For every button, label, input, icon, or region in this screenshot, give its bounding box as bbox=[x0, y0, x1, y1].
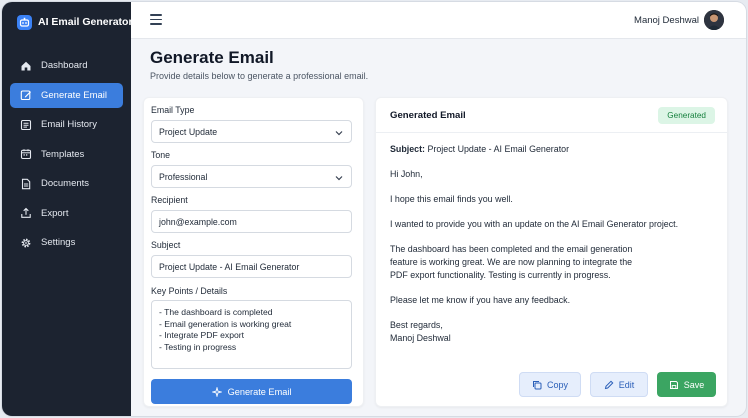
email-signoff: Best regards, bbox=[390, 320, 443, 330]
email-type-value: Project Update bbox=[159, 126, 218, 137]
edit-button[interactable]: Edit bbox=[590, 372, 648, 397]
save-icon bbox=[669, 380, 679, 390]
sidebar-item-generate-email[interactable]: Generate Email bbox=[10, 82, 123, 108]
email-paragraph: Please let me know if you have any feedb… bbox=[390, 295, 571, 305]
generated-email-header: Generated Email Generated bbox=[376, 98, 727, 133]
email-type-select[interactable]: Project Update bbox=[151, 120, 352, 143]
edit-label: Edit bbox=[618, 379, 635, 390]
top-bar: Manoj Deshwal bbox=[131, 2, 746, 39]
chevron-down-icon bbox=[335, 128, 343, 138]
home-icon bbox=[19, 59, 32, 72]
generate-button-label: Generate Email bbox=[227, 386, 292, 397]
brand[interactable]: AI Email Generator bbox=[17, 12, 133, 32]
key-point-line: - The dashboard is completed bbox=[159, 307, 273, 317]
recipient-label: Recipient bbox=[151, 195, 188, 205]
recipient-input[interactable]: john@example.com bbox=[151, 210, 352, 233]
page-title: Generate Email bbox=[150, 48, 274, 67]
subject-label: Subject bbox=[151, 240, 181, 250]
key-point-line: - Testing in progress bbox=[159, 341, 237, 352]
sidebar-item-label: Email History bbox=[41, 119, 97, 130]
sidebar: AI Email Generator Dashboard Generate Em… bbox=[2, 2, 133, 416]
save-label: Save bbox=[683, 379, 705, 390]
edit-square-icon bbox=[19, 89, 32, 102]
subject-input[interactable]: Project Update - AI Email Generator bbox=[151, 255, 352, 278]
chevron-down-icon bbox=[335, 173, 343, 183]
copy-icon bbox=[532, 380, 542, 390]
list-icon bbox=[19, 118, 32, 131]
sidebar-item-export[interactable]: Export bbox=[10, 201, 123, 226]
email-signature: Manoj Deshwal bbox=[390, 333, 451, 343]
email-paragraph-line: PDF export functionality. Testing is cur… bbox=[390, 270, 611, 280]
sidebar-item-label: Generate Email bbox=[41, 89, 108, 101]
subject-value: Project Update - AI Email Generator bbox=[427, 144, 570, 154]
avatar[interactable] bbox=[704, 10, 724, 30]
sidebar-item-label: Templates bbox=[41, 148, 85, 160]
app-window: AI Email Generator Dashboard Generate Em… bbox=[2, 2, 746, 416]
sidebar-item-settings[interactable]: Settings bbox=[10, 230, 123, 255]
sidebar-item-label: Dashboard bbox=[41, 60, 88, 71]
status-badge: Generated bbox=[658, 107, 715, 124]
copy-label: Copy bbox=[546, 379, 568, 390]
copy-button[interactable]: Copy bbox=[519, 372, 581, 397]
tone-select[interactable]: Professional bbox=[151, 165, 352, 188]
sidebar-nav: Dashboard Generate Email Email History T… bbox=[10, 53, 123, 260]
tone-value: Professional bbox=[159, 171, 208, 182]
export-icon bbox=[19, 207, 32, 220]
email-paragraph: I hope this email finds you well. bbox=[390, 194, 513, 204]
sparkle-icon bbox=[211, 386, 222, 397]
save-button[interactable]: Save bbox=[657, 372, 716, 397]
generated-email-body: Subject: Project Update - AI Email Gener… bbox=[390, 143, 720, 345]
sidebar-item-dashboard[interactable]: Dashboard bbox=[10, 53, 123, 78]
email-greeting: Hi John, bbox=[390, 169, 423, 179]
app-name: AI Email Generator bbox=[38, 16, 133, 28]
page-subtitle: Provide details below to generate a prof… bbox=[150, 71, 369, 81]
generate-email-button[interactable]: Generate Email bbox=[151, 379, 352, 404]
email-paragraph-line: The dashboard has been completed and the… bbox=[390, 244, 633, 254]
sidebar-item-label: Settings bbox=[41, 237, 76, 248]
key-points-textarea[interactable]: - The dashboard is completed - Email gen… bbox=[151, 300, 352, 369]
gear-icon bbox=[19, 236, 32, 249]
sidebar-item-documents[interactable]: Documents bbox=[10, 171, 123, 196]
key-point-line: - Integrate PDF export bbox=[159, 330, 245, 340]
calendar-icon bbox=[19, 148, 32, 161]
sidebar-item-label: Documents bbox=[41, 178, 90, 189]
key-point-line: - Email generation is working great bbox=[159, 318, 292, 329]
generated-email-title: Generated Email bbox=[390, 110, 466, 121]
sidebar-item-templates[interactable]: Templates bbox=[10, 142, 123, 167]
user-name[interactable]: Manoj Deshwal bbox=[634, 15, 699, 26]
robot-logo-icon bbox=[17, 14, 32, 30]
sidebar-item-email-history[interactable]: Email History bbox=[10, 112, 123, 137]
email-paragraph: I wanted to provide you with an update o… bbox=[390, 219, 679, 229]
sidebar-item-label: Export bbox=[41, 207, 69, 219]
document-icon bbox=[19, 177, 32, 190]
tone-label: Tone bbox=[151, 150, 171, 160]
email-subject-line: Subject: Project Update - AI Email Gener… bbox=[390, 143, 720, 156]
generated-email-card: Generated Email Generated Subject: Proje… bbox=[375, 97, 728, 407]
email-type-label: Email Type bbox=[151, 105, 195, 115]
email-form-card: Email Type Project Update Tone Professio… bbox=[143, 97, 364, 407]
subject-label: Subject: bbox=[390, 144, 426, 154]
key-points-label: Key Points / Details bbox=[151, 286, 228, 296]
hamburger-icon[interactable] bbox=[150, 14, 162, 26]
pencil-icon bbox=[604, 380, 614, 390]
action-bar: Copy Edit Save bbox=[376, 372, 727, 397]
email-paragraph-line: feature is working great. We are now pla… bbox=[390, 257, 633, 267]
